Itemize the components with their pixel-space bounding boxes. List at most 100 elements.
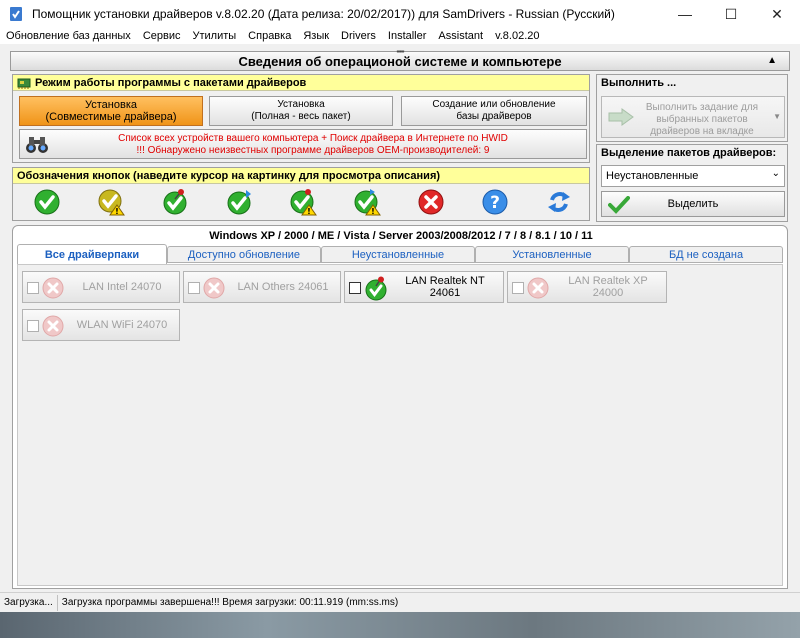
menu-help[interactable]: Справка [248, 30, 291, 42]
mode-panel: Режим работы программы с пакетами драйве… [12, 74, 590, 163]
menu-language[interactable]: Язык [303, 30, 329, 42]
driverpack-name: LAN Realtek XP [568, 275, 648, 287]
status-loading: Загрузка... [0, 594, 58, 611]
execute-task-line1: Выполнить задание для [645, 102, 759, 113]
install-compatible-line2: (Совместимые драйвера) [45, 111, 177, 123]
execute-task-line2: выбранных пакетов [656, 114, 748, 125]
minimize-button[interactable]: — [662, 0, 708, 28]
check-mark-icon [608, 196, 630, 214]
selection-panel: Выделение пакетов драйверов: Неустановле… [596, 144, 788, 222]
error-icon[interactable] [417, 188, 445, 216]
select-button[interactable]: Выделить [601, 191, 785, 217]
mode-panel-title-text: Режим работы программы с пакетами драйве… [35, 76, 307, 89]
menu-version[interactable]: v.8.02.20 [495, 30, 539, 42]
title-bar: Помощник установки драйверов v.8.02.20 (… [0, 0, 800, 28]
tab-installed[interactable]: Установленные [475, 246, 629, 263]
driverpack-checkbox[interactable] [349, 282, 361, 294]
help-icon[interactable]: ? [481, 188, 509, 216]
check-icon[interactable] [33, 188, 61, 216]
execute-task-button[interactable]: Выполнить задание для выбранных пакетов … [601, 96, 785, 138]
driverpack-lan-realtek-xp[interactable]: LAN Realtek XP 24000 [507, 271, 667, 303]
arrow-right-icon [608, 108, 634, 126]
execute-panel: Выполнить ... Выполнить задание для выбр… [596, 74, 788, 142]
check-pin-warning-alt-icon[interactable]: ! [353, 188, 381, 216]
selection-combo[interactable]: Неустановленные ⌄ [601, 165, 785, 187]
error-icon [203, 277, 225, 299]
select-button-label: Выделить [667, 198, 719, 210]
driverpack-name: LAN Intel 24070 [82, 281, 162, 293]
driverpack-name: LAN Others 24061 [237, 281, 329, 293]
dropdown-arrow-icon[interactable]: ▼ [773, 112, 781, 121]
menu-assistant[interactable]: Assistant [438, 30, 483, 42]
tab-not-installed[interactable]: Неустановленные [321, 246, 475, 263]
menu-service[interactable]: Сервис [143, 30, 181, 42]
driverpacks-area: Windows XP / 2000 / ME / Vista / Server … [12, 225, 788, 589]
selection-panel-title: Выделение пакетов драйверов: [597, 145, 787, 161]
legend-panel: Обозначения кнопок (наведите курсор на к… [12, 167, 590, 221]
install-full-button[interactable]: Установка (Полная - весь пакет) [209, 96, 393, 126]
system-info-header[interactable]: '''''''''' Сведения об операционой систе… [10, 49, 790, 71]
svg-text:!: ! [371, 207, 375, 216]
tab-db-not-created[interactable]: БД не создана [629, 246, 783, 263]
driverpack-name: LAN Realtek NT [405, 275, 485, 287]
create-update-db-line2: базы драйверов [456, 111, 532, 122]
status-bar: Загрузка... Загрузка программы завершена… [0, 592, 800, 612]
check-arrow-icon[interactable] [225, 188, 253, 216]
mode-panel-title: Режим работы программы с пакетами драйве… [13, 75, 589, 91]
check-pin-warning-icon[interactable]: ! [289, 188, 317, 216]
install-full-line2: (Полная - весь пакет) [251, 111, 351, 122]
refresh-icon[interactable] [545, 188, 573, 216]
execute-task-line3: драйверов на вкладке [650, 126, 754, 137]
os-compatibility-title: Windows XP / 2000 / ME / Vista / Server … [209, 230, 593, 242]
error-icon [42, 315, 64, 337]
close-button[interactable]: ✕ [754, 0, 800, 28]
menu-installer[interactable]: Installer [388, 30, 427, 42]
install-compatible-button[interactable]: Установка (Совместимые драйвера) [19, 96, 203, 126]
driverpack-version: 24000 [592, 287, 624, 299]
oem-drivers-warning: !!! Обнаружено неизвестных программе дра… [136, 145, 490, 156]
error-icon [527, 277, 549, 299]
svg-text:!: ! [115, 207, 119, 216]
app-icon [10, 7, 22, 21]
legend-panel-title: Обозначения кнопок (наведите курсор на к… [13, 168, 589, 184]
collapse-caret-icon[interactable]: ▲ [767, 55, 777, 66]
maximize-button[interactable]: ☐ [708, 0, 754, 28]
error-icon [42, 277, 64, 299]
driverpack-checkbox[interactable] [188, 282, 200, 294]
svg-text:!: ! [307, 207, 311, 216]
driverpack-checkbox[interactable] [512, 282, 524, 294]
svg-text:?: ? [490, 193, 500, 213]
execute-panel-title: Выполнить ... [597, 75, 787, 91]
driverpack-checkbox[interactable] [27, 320, 39, 332]
tab-all-driverpacks[interactable]: Все драйверпаки [17, 244, 167, 264]
chevron-down-icon[interactable]: ⌄ [772, 168, 780, 179]
create-update-db-line1: Создание или обновление [432, 99, 556, 110]
driverpack-version: 24061 [429, 287, 461, 299]
status-message: Загрузка программы завершена!!! Время за… [61, 597, 399, 608]
driver-chip-icon [17, 78, 31, 89]
menu-update-db[interactable]: Обновление баз данных [6, 30, 131, 42]
window-title: Помощник установки драйверов v.8.02.20 (… [32, 7, 615, 21]
install-full-line1: Установка [277, 99, 325, 110]
check-warning-icon[interactable]: ! [97, 188, 125, 216]
install-compatible-line1: Установка [85, 99, 137, 111]
tab-update-available[interactable]: Доступно обновление [167, 246, 321, 263]
driverpacks-list: LAN Intel 24070 LAN Others 24061 LAN Rea… [17, 264, 783, 586]
driverpack-checkbox[interactable] [27, 282, 39, 294]
driverpack-lan-intel[interactable]: LAN Intel 24070 [22, 271, 180, 303]
driverpack-lan-others[interactable]: LAN Others 24061 [183, 271, 341, 303]
driverpack-lan-realtek-nt[interactable]: LAN Realtek NT 24061 [344, 271, 504, 303]
selection-combo-value: Неустановленные [606, 170, 699, 182]
desktop-background-strip [0, 612, 800, 638]
device-list-button[interactable]: Список всех устройств вашего компьютера … [19, 129, 587, 159]
driverpack-wlan-wifi[interactable]: WLAN WiFi 24070 [22, 309, 180, 341]
create-update-db-button[interactable]: Создание или обновление базы драйверов [401, 96, 587, 126]
device-list-text: Список всех устройств вашего компьютера … [118, 133, 508, 144]
splitter-grip[interactable]: '''''''''' [396, 49, 404, 59]
menu-bar: Обновление баз данных Сервис Утилиты Спр… [0, 28, 800, 44]
check-pin-icon[interactable] [161, 188, 189, 216]
legend-icons: ! ! ! ? [13, 186, 589, 220]
check-pin-icon [365, 276, 387, 301]
menu-utilities[interactable]: Утилиты [192, 30, 236, 42]
menu-drivers[interactable]: Drivers [341, 30, 376, 42]
